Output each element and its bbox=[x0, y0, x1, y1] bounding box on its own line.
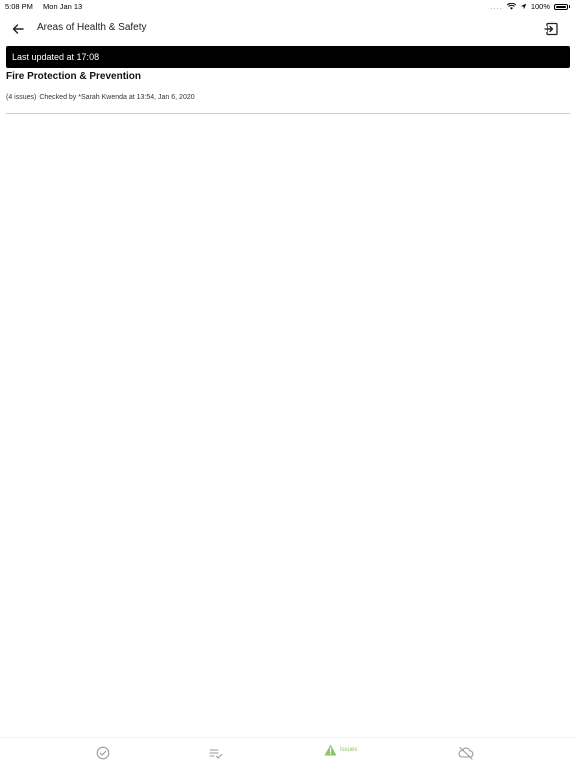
status-time: 5:08 PM bbox=[5, 2, 33, 11]
location-icon bbox=[520, 3, 527, 10]
last-updated-banner: Last updated at 17:08 bbox=[6, 46, 570, 68]
section-title[interactable]: Fire Protection & Prevention bbox=[6, 71, 141, 82]
tab-issues-label: Issues bbox=[340, 747, 358, 753]
status-right: .... 100% bbox=[490, 2, 570, 11]
battery-percent: 100% bbox=[530, 2, 550, 11]
status-left: 5:08 PM Mon Jan 13 bbox=[5, 2, 90, 11]
tab-checklist[interactable] bbox=[96, 742, 110, 766]
signal-dots: .... bbox=[490, 2, 503, 11]
cloud-off-icon bbox=[458, 746, 474, 760]
wifi-icon bbox=[506, 3, 516, 10]
section-meta: (4 issues) Checked by *Sarah Kwenda at 13… bbox=[6, 94, 195, 101]
warning-triangle-icon bbox=[324, 744, 337, 756]
tab-sync[interactable] bbox=[458, 742, 474, 766]
battery-tip bbox=[569, 5, 570, 8]
check-circle-icon bbox=[96, 746, 110, 760]
status-date: Mon Jan 13 bbox=[43, 2, 83, 11]
navigation-bar: Areas of Health & Safety bbox=[0, 16, 576, 42]
page-title: Areas of Health & Safety bbox=[37, 22, 147, 33]
list-check-icon bbox=[209, 749, 223, 759]
tab-bar: Issues bbox=[0, 737, 576, 768]
checked-by-text: Checked by *Sarah Kwenda at 13:54, Jan 6… bbox=[39, 94, 195, 101]
exit-icon[interactable] bbox=[544, 21, 560, 37]
tab-issues[interactable]: Issues bbox=[324, 742, 357, 766]
battery-icon bbox=[554, 3, 568, 10]
arrow-left-icon[interactable] bbox=[10, 21, 26, 37]
divider bbox=[6, 113, 570, 114]
tab-list[interactable] bbox=[209, 742, 223, 766]
issue-count: (4 issues) bbox=[6, 94, 37, 101]
status-bar: 5:08 PM Mon Jan 13 .... 100% bbox=[0, 0, 576, 14]
